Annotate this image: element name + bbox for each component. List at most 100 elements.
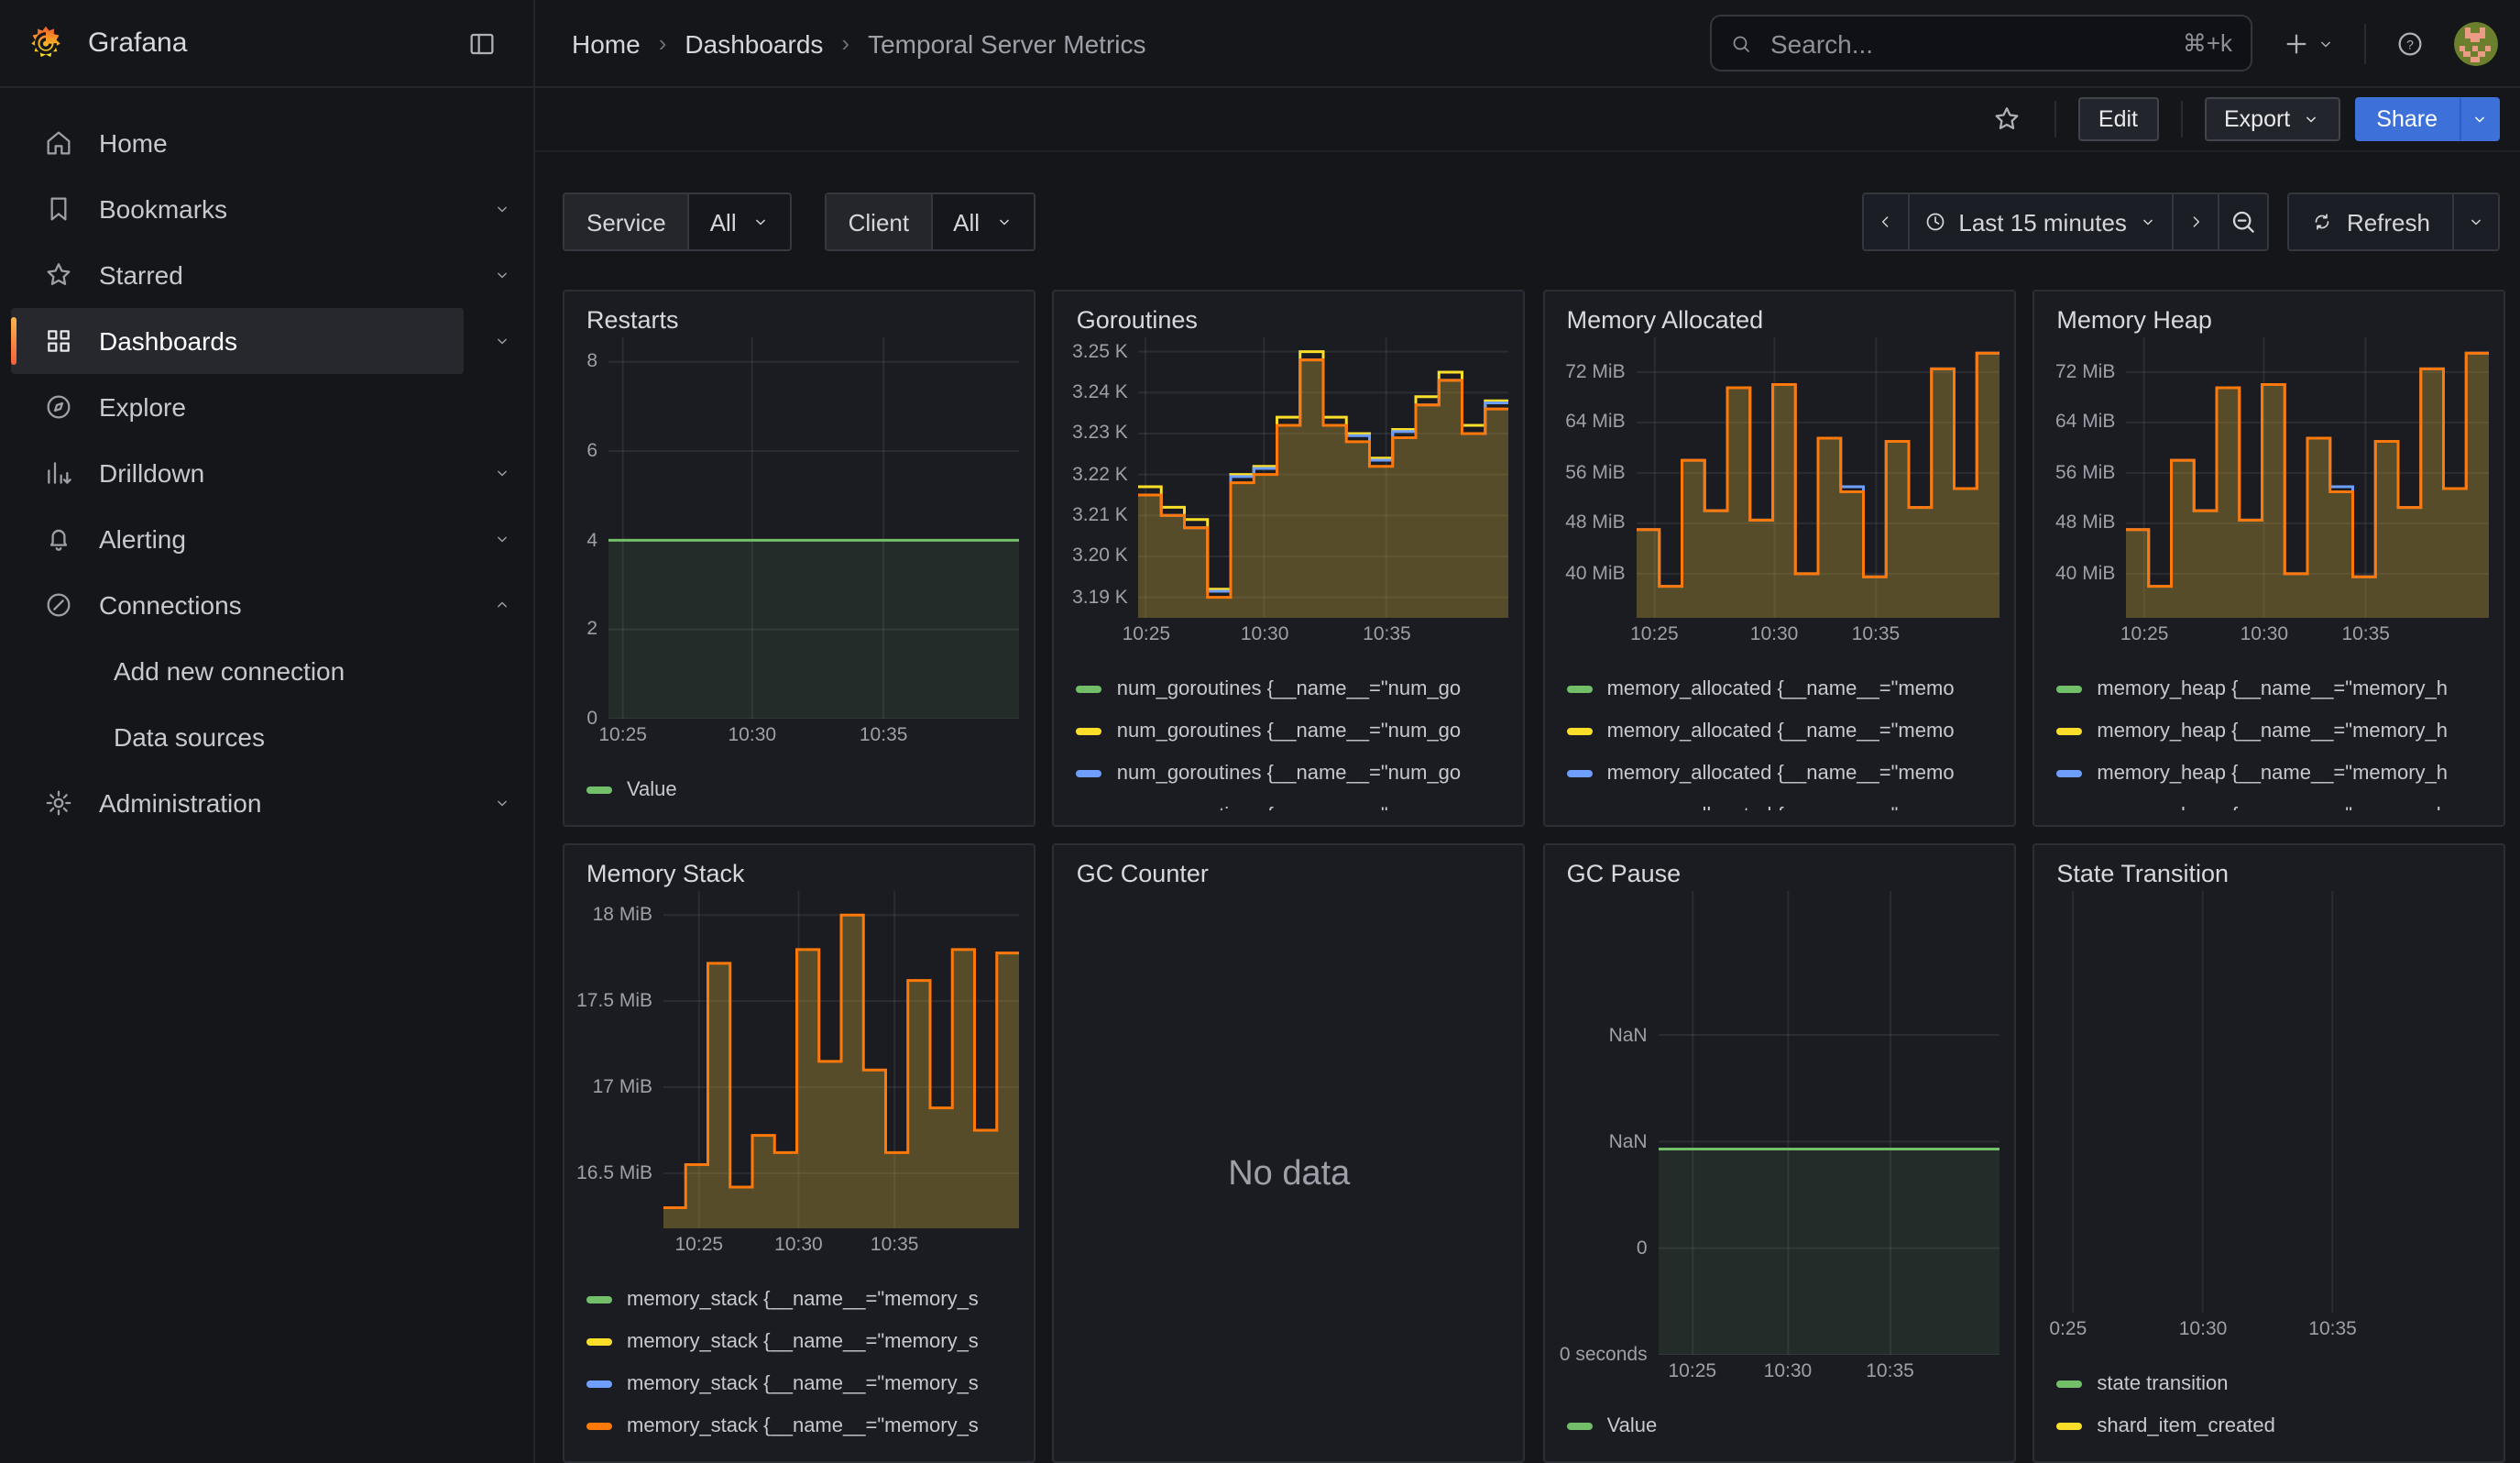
search-input[interactable]: [1767, 27, 2168, 60]
plot-area[interactable]: [1139, 337, 1509, 618]
legend-item[interactable]: num_goroutines {__name__="num_go: [1077, 794, 1509, 810]
y-axis: NaNNaN00 seconds: [1552, 891, 1659, 1355]
legend-color-chip: [1077, 685, 1102, 692]
legend-item[interactable]: memory_heap {__name__="memory_h: [2056, 794, 2489, 810]
x-axis-label: 10:25: [1630, 623, 1679, 645]
panel-title[interactable]: State Transition: [2034, 845, 2504, 887]
panel-title[interactable]: Memory Stack: [564, 845, 1034, 887]
panel-title[interactable]: Goroutines: [1055, 292, 1524, 334]
sidebar-item-add-new-connection[interactable]: Add new connection: [0, 638, 533, 704]
sidebar-item-home[interactable]: Home: [0, 110, 533, 176]
panel-title[interactable]: GC Pause: [1545, 845, 2014, 887]
y-axis-label: 48 MiB: [1565, 512, 1625, 534]
panel-title[interactable]: Memory Heap: [2034, 292, 2504, 334]
y-axis-label: 72 MiB: [1565, 361, 1625, 383]
sidebar-item-starred[interactable]: Starred: [0, 242, 533, 308]
legend-item[interactable]: memory_heap {__name__="memory_h: [2056, 667, 2489, 710]
sidebar-item-explore[interactable]: Explore: [0, 374, 533, 440]
search-box[interactable]: ⌘+k: [1710, 15, 2252, 72]
chart-row: 72 MiB64 MiB56 MiB48 MiB40 MiB: [1552, 337, 2000, 618]
sidebar-item-bookmarks[interactable]: Bookmarks: [0, 176, 533, 242]
panel-title[interactable]: Memory Allocated: [1545, 292, 2014, 334]
sidebar-item-dashboards[interactable]: Dashboards: [0, 308, 533, 374]
sidebar-item-alerting[interactable]: Alerting: [0, 506, 533, 572]
legend-item[interactable]: shard_item_created: [2056, 1404, 2489, 1446]
sidebar-item-data-sources[interactable]: Data sources: [0, 704, 533, 770]
sidebar-item-expand-button[interactable]: [471, 572, 533, 638]
sidebar-item-connections[interactable]: Connections: [0, 572, 533, 638]
panel-title[interactable]: GC Counter: [1055, 845, 1524, 887]
legend-label: Value: [627, 778, 677, 800]
sidebar-item-main[interactable]: Dashboards: [11, 308, 464, 374]
sidebar-item-main[interactable]: Bookmarks: [11, 176, 464, 242]
help-button[interactable]: ?: [2384, 17, 2436, 69]
plot-area[interactable]: [663, 891, 1019, 1228]
sidebar-item-main[interactable]: Connections: [11, 572, 464, 638]
legend: num_goroutines {__name__="num_gonum_goro…: [1062, 653, 1509, 810]
panel-title[interactable]: Restarts: [564, 292, 1034, 334]
chart-row: [2042, 891, 2489, 1313]
panel-gc-pause: GC PauseNaNNaN00 seconds10:2510:3010:35V…: [1543, 843, 2016, 1463]
legend-item[interactable]: memory_stack {__name__="memory_s: [586, 1278, 1019, 1320]
sidebar-item-administration[interactable]: Administration: [0, 770, 533, 836]
x-axis-label: 10:35: [2341, 623, 2390, 645]
sidebar-item-main[interactable]: Alerting: [11, 506, 464, 572]
sidebar-item-main[interactable]: Home: [11, 110, 526, 176]
x-axis-label: 10:35: [1363, 623, 1411, 645]
legend-item[interactable]: memory_stack {__name__="memory_s: [586, 1404, 1019, 1446]
legend-item[interactable]: memory_allocated {__name__="memo: [1567, 794, 2000, 810]
sidebar-item-main[interactable]: Drilldown: [11, 440, 464, 506]
y-axis-label: 2: [586, 619, 597, 641]
x-axis-label: 10:35: [1852, 623, 1901, 645]
sidebar-item-expand-button[interactable]: [471, 242, 533, 308]
legend-label: memory_allocated {__name__="memo: [1607, 804, 1955, 810]
legend-item[interactable]: memory_allocated {__name__="memo: [1567, 752, 2000, 794]
plot-area[interactable]: [1637, 337, 2000, 618]
new-button[interactable]: [2271, 17, 2346, 69]
breadcrumb-dashboards[interactable]: Dashboards: [685, 28, 823, 58]
home-icon: [44, 128, 73, 158]
legend-item[interactable]: num_goroutines {__name__="num_go: [1077, 710, 1509, 752]
y-axis-label: 0: [1637, 1238, 1648, 1260]
x-axis-label: 10:30: [2179, 1318, 2228, 1340]
sidebar-item-expand-button[interactable]: [471, 308, 533, 374]
legend-item[interactable]: Value: [1567, 1404, 2000, 1446]
legend-item[interactable]: memory_heap {__name__="memory_h: [2056, 752, 2489, 794]
breadcrumb-current: Temporal Server Metrics: [868, 28, 1145, 58]
sidebar-item-expand-button[interactable]: [471, 176, 533, 242]
sidebar-item-expand-button[interactable]: [471, 506, 533, 572]
y-axis-label: 16.5 MiB: [576, 1162, 652, 1184]
sidebar-item-main[interactable]: Add new connection: [11, 638, 526, 704]
avatar[interactable]: [2454, 21, 2498, 65]
sidebar-item-main[interactable]: Starred: [11, 242, 464, 308]
breadcrumb-home[interactable]: Home: [572, 28, 641, 58]
legend-item[interactable]: state transition: [2056, 1362, 2489, 1404]
sidebar-item-expand-button[interactable]: [471, 770, 533, 836]
plot-area[interactable]: [1659, 891, 2000, 1355]
x-axis: 10:2510:3010:35: [2126, 623, 2489, 653]
sidebar-item-expand-button[interactable]: [471, 440, 533, 506]
dock-menu-button[interactable]: [456, 17, 508, 69]
legend-item[interactable]: memory_stack {__name__="memory_s: [586, 1320, 1019, 1362]
legend-item[interactable]: Value: [586, 768, 1019, 810]
legend-color-chip: [1567, 685, 1593, 692]
legend-item[interactable]: memory_allocated {__name__="memo: [1567, 710, 2000, 752]
plot-area[interactable]: [2126, 337, 2489, 618]
chevron-down-icon: [2317, 34, 2335, 52]
plot-area[interactable]: [2042, 891, 2489, 1313]
legend-item[interactable]: memory_stack {__name__="memory_s: [586, 1362, 1019, 1404]
chart-row: NaNNaN00 seconds: [1552, 891, 2000, 1355]
y-axis-label: 72 MiB: [2055, 361, 2115, 383]
sidebar-item-main[interactable]: Explore: [11, 374, 526, 440]
search-icon: [1730, 32, 1752, 54]
gear-icon: [44, 788, 73, 818]
legend-item[interactable]: num_goroutines {__name__="num_go: [1077, 667, 1509, 710]
sidebar-item-drilldown[interactable]: Drilldown: [0, 440, 533, 506]
sidebar-item-main[interactable]: Administration: [11, 770, 464, 836]
chevron-down-icon: [493, 464, 511, 482]
legend-item[interactable]: memory_allocated {__name__="memo: [1567, 667, 2000, 710]
legend-item[interactable]: num_goroutines {__name__="num_go: [1077, 752, 1509, 794]
legend-item[interactable]: memory_heap {__name__="memory_h: [2056, 710, 2489, 752]
plot-area[interactable]: [608, 337, 1019, 719]
sidebar-item-main[interactable]: Data sources: [11, 704, 526, 770]
